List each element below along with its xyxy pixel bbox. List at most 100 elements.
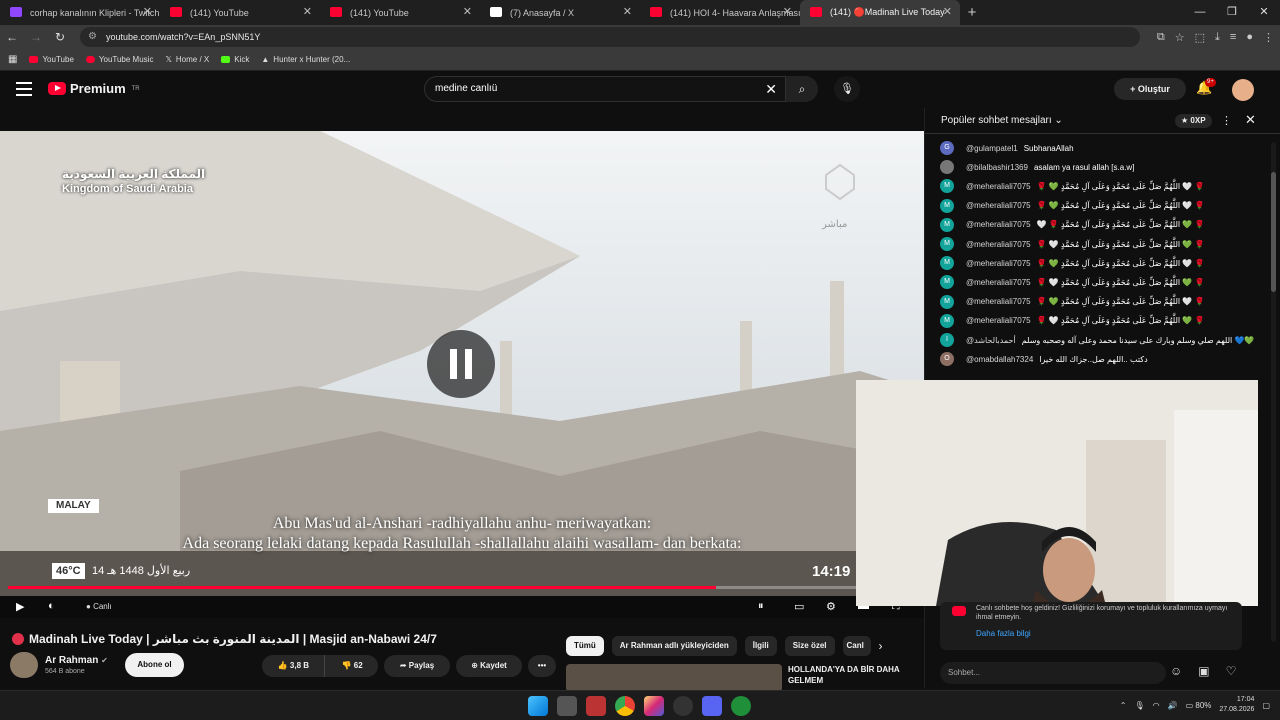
back-icon[interactable]: ← bbox=[0, 30, 24, 44]
search-button[interactable]: ⌕ bbox=[786, 76, 818, 102]
browser-tab[interactable]: (141) YouTube ✕ bbox=[160, 0, 320, 25]
browser-tab[interactable]: (141) 🔴Madinah Live Today ✕ bbox=[800, 0, 960, 25]
discord-icon[interactable] bbox=[702, 696, 722, 716]
tray-chevron-icon[interactable]: ⌃ bbox=[1120, 701, 1127, 710]
autoplay-toggle-icon[interactable]: ⏸ bbox=[758, 600, 764, 613]
chat-avatar-icon[interactable]: M bbox=[940, 275, 954, 290]
close-window-icon[interactable]: ✕ bbox=[1248, 0, 1280, 25]
chat-options-icon[interactable]: ⋮ bbox=[1221, 114, 1232, 127]
bookmark-kick[interactable]: Kick bbox=[221, 55, 249, 64]
menu-icon[interactable]: ⋮ bbox=[1263, 31, 1274, 44]
chat-avatar-icon[interactable]: M bbox=[940, 237, 954, 251]
minimize-icon[interactable]: — bbox=[1184, 0, 1216, 25]
extensions-icon[interactable]: ⬚ bbox=[1195, 31, 1205, 44]
chat-mode-dropdown[interactable]: Popüler sohbet mesajları ⌄ bbox=[941, 115, 1063, 126]
close-tab-icon[interactable]: ✕ bbox=[143, 5, 152, 18]
chat-author[interactable]: @meheraliali7075 bbox=[966, 259, 1031, 268]
captions-icon[interactable]: ▭ bbox=[794, 600, 804, 613]
xp-badge[interactable]: ★ 0XP bbox=[1175, 114, 1212, 128]
chat-avatar-icon[interactable]: M bbox=[940, 294, 954, 309]
chip-related[interactable]: İlgili bbox=[744, 636, 777, 656]
chips-next-icon[interactable]: › bbox=[879, 636, 883, 658]
emoji-icon[interactable]: ☺ bbox=[1170, 664, 1182, 678]
chat-author[interactable]: @meheraliali7075 bbox=[966, 240, 1031, 249]
bookmark-x[interactable]: 𝕏 Home / X bbox=[165, 55, 209, 64]
chat-avatar-icon[interactable]: M bbox=[940, 179, 954, 194]
chat-author[interactable]: @bilalbashir1369 bbox=[966, 163, 1028, 172]
volume-tray-icon[interactable]: 🔊 bbox=[1168, 701, 1178, 710]
download-icon[interactable]: ⤓ bbox=[1215, 31, 1220, 44]
chip-live[interactable]: Canl bbox=[842, 636, 871, 656]
chat-input[interactable]: Sohbet... bbox=[940, 662, 1166, 684]
close-chat-icon[interactable]: ✕ bbox=[1245, 112, 1256, 128]
url-bar[interactable]: ⚙ youtube.com/watch?v=EAn_pSNN51Y bbox=[80, 27, 1140, 47]
chat-scrollbar[interactable] bbox=[1271, 142, 1276, 642]
chat-avatar-icon[interactable]: I bbox=[940, 333, 954, 347]
app-icon[interactable] bbox=[586, 696, 606, 716]
more-actions-button[interactable]: ••• bbox=[528, 655, 556, 677]
chat-author[interactable]: @meheraliali7075 bbox=[966, 297, 1031, 306]
youtube-logo[interactable]: Premium TR bbox=[48, 81, 140, 96]
site-info-icon[interactable]: ⚙ bbox=[88, 27, 97, 47]
scrollbar-thumb[interactable] bbox=[1271, 172, 1276, 292]
chip-from-uploader[interactable]: Ar Rahman adlı yükleyiciden bbox=[611, 636, 737, 656]
pause-overlay-icon[interactable] bbox=[427, 330, 495, 398]
refresh-app-icon[interactable] bbox=[731, 696, 751, 716]
heart-icon[interactable]: ♡ bbox=[1226, 664, 1237, 678]
channel-avatar[interactable] bbox=[10, 652, 38, 678]
clock[interactable]: 17:04 27.08.2026 bbox=[1219, 695, 1254, 715]
profile-icon[interactable]: ● bbox=[1246, 31, 1253, 43]
chat-author[interactable]: @omabdallah7324 bbox=[966, 355, 1033, 364]
chat-avatar-icon[interactable]: M bbox=[940, 256, 954, 271]
search-input[interactable]: medine canlıü ✕ bbox=[424, 76, 786, 102]
clear-search-icon[interactable]: ✕ bbox=[765, 77, 777, 101]
like-button[interactable]: 👍 3,8 B bbox=[263, 655, 325, 677]
browser-tab[interactable]: corhap kanalının Klipleri - Twitch ✕ bbox=[0, 0, 160, 25]
chat-avatar-icon[interactable]: M bbox=[940, 217, 954, 232]
play-icon[interactable]: ▶ bbox=[16, 600, 24, 613]
instagram-icon[interactable] bbox=[644, 696, 664, 716]
subscribe-button[interactable]: Abone ol bbox=[125, 653, 184, 677]
close-tab-icon[interactable]: ✕ bbox=[783, 5, 792, 18]
bookmark-youtube-music[interactable]: YouTube Music bbox=[85, 55, 153, 64]
file-explorer-icon[interactable] bbox=[557, 696, 577, 716]
chat-avatar-icon[interactable]: G bbox=[940, 141, 954, 155]
chat-author[interactable]: @meheraliali7075 bbox=[966, 278, 1031, 287]
chat-author[interactable]: @أحمدبالحاشد bbox=[966, 336, 1016, 345]
create-button[interactable]: + Oluştur bbox=[1114, 78, 1186, 100]
super-chat-icon[interactable]: ▣ bbox=[1198, 664, 1209, 678]
chrome-icon[interactable] bbox=[615, 696, 635, 716]
wifi-icon[interactable]: ◠ bbox=[1153, 701, 1160, 710]
dislike-button[interactable]: 👎 62 bbox=[327, 655, 377, 677]
browser-tab[interactable]: (141) HOI 4- Haavara Anlaşması ✕ bbox=[640, 0, 800, 25]
save-button[interactable]: ⊕ Kaydet bbox=[456, 655, 522, 677]
video-progress-bar[interactable] bbox=[8, 586, 916, 589]
account-avatar[interactable] bbox=[1232, 79, 1254, 101]
video-player[interactable]: المملكة العربية السعودية Kingdom of Saud… bbox=[0, 131, 924, 596]
github-icon[interactable] bbox=[673, 696, 693, 716]
chat-author[interactable]: @meheraliali7075 bbox=[966, 316, 1031, 325]
channel-name[interactable]: Ar Rahman ✔ bbox=[45, 655, 108, 666]
chip-for-you[interactable]: Size özel bbox=[784, 636, 835, 656]
bookmark-star-icon[interactable]: ☆ bbox=[1175, 31, 1185, 44]
live-indicator[interactable]: ● Canlı bbox=[86, 602, 112, 611]
recommendation-title[interactable]: HOLLANDA'YA DA BİR DAHA GELMEM bbox=[788, 664, 918, 686]
close-tab-icon[interactable]: ✕ bbox=[623, 5, 632, 18]
notifications-button[interactable]: 🔔 9+ bbox=[1196, 78, 1216, 96]
close-tab-icon[interactable]: ✕ bbox=[943, 5, 952, 18]
bookmark-hunter[interactable]: ▲ Hunter x Hunter (20... bbox=[261, 55, 350, 64]
chat-avatar-icon[interactable] bbox=[940, 160, 954, 175]
browser-tab[interactable]: (141) YouTube ✕ bbox=[320, 0, 480, 25]
reload-icon[interactable]: ↻ bbox=[48, 30, 72, 44]
chat-author[interactable]: @meheraliali7075 bbox=[966, 201, 1031, 210]
browser-tab[interactable]: (7) Anasayfa / X ✕ bbox=[480, 0, 640, 25]
bookmark-youtube[interactable]: YouTube bbox=[29, 55, 74, 64]
chip-all[interactable]: Tümü bbox=[566, 636, 604, 656]
share-button[interactable]: ➦ Paylaş bbox=[384, 655, 450, 677]
voice-search-button[interactable]: 🎙 bbox=[834, 76, 860, 102]
close-tab-icon[interactable]: ✕ bbox=[463, 5, 472, 18]
forward-icon[interactable]: → bbox=[24, 30, 48, 44]
close-tab-icon[interactable]: ✕ bbox=[303, 5, 312, 18]
settings-gear-icon[interactable]: ⚙ bbox=[826, 600, 836, 613]
chat-author[interactable]: @meheraliali7075 bbox=[966, 182, 1031, 191]
